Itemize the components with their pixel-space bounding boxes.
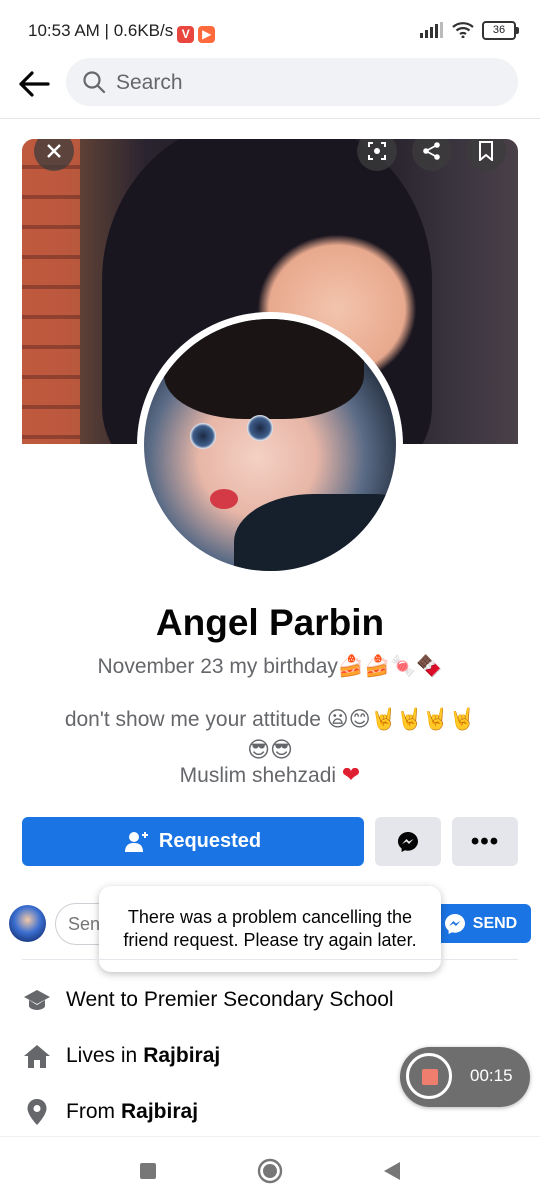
detail-education-text: Went to Premier Secondary School: [66, 988, 394, 1011]
send-button[interactable]: SEND: [430, 904, 531, 943]
signal-icon: [420, 22, 443, 38]
bio-line: November 23 my birthday🍰🍰🍬🍫: [97, 655, 443, 678]
detail-from-prefix: From: [66, 1100, 115, 1123]
arrow-left-icon: [19, 71, 50, 97]
detail-from[interactable]: From Rajbiraj: [22, 1092, 198, 1132]
wifi-icon: [452, 22, 474, 38]
system-nav-bar: [0, 1136, 540, 1201]
more-options-button[interactable]: •••: [452, 817, 518, 866]
top-bar: [0, 58, 540, 120]
avatar-eye: [190, 423, 216, 449]
heart-emoji: ❤: [341, 762, 361, 787]
share-icon: [423, 142, 440, 160]
profile-name: Angel Parbin: [155, 602, 385, 643]
profile-picture[interactable]: [137, 312, 403, 578]
bio-line: don't show me your attitude 😦😊🤘🤘🤘🤘: [64, 708, 476, 731]
divider: [0, 118, 540, 119]
status-bar: 10:53 AM | 0.6KB/s V ▶ 36: [0, 0, 540, 60]
bio-line: Muslim shehzadi ❤: [179, 762, 361, 787]
detail-from-place[interactable]: Rajbiraj: [121, 1100, 198, 1124]
messenger-icon: [398, 831, 418, 852]
circle-icon: [257, 1158, 283, 1184]
battery-icon: 36: [482, 20, 519, 40]
search-input[interactable]: [114, 58, 498, 108]
requested-label: Requested: [158, 830, 262, 852]
status-icons: 36: [420, 18, 519, 42]
video-app-icon: ▶: [198, 26, 216, 43]
avatar-mouth: [210, 489, 238, 509]
divider: [22, 959, 518, 960]
send-label: SEND: [472, 914, 518, 932]
cover-save-button[interactable]: [466, 139, 506, 171]
person-add-icon: [124, 831, 148, 852]
avatar-image: [144, 319, 396, 571]
square-icon: [140, 1163, 156, 1179]
triangle-back-icon: [384, 1162, 400, 1180]
user-avatar: [9, 905, 46, 942]
avatar-hair: [164, 319, 364, 419]
recorder-time: 00:15: [470, 1066, 513, 1085]
status-time: 10:53 AM | 0.6KB/s V ▶: [28, 21, 216, 43]
search-icon: [83, 71, 106, 94]
detail-lives-in[interactable]: Lives in Rajbiraj: [22, 1036, 220, 1076]
messenger-icon: [444, 913, 465, 934]
avatar-coat: [234, 494, 396, 571]
toast-message: There was a problem cancelling the frien…: [123, 907, 417, 950]
stop-record-icon[interactable]: [422, 1069, 438, 1085]
vivaldi-icon: V: [177, 26, 195, 43]
avatar-eye: [247, 415, 273, 441]
back-nav-button[interactable]: [378, 1157, 406, 1185]
message-button[interactable]: [375, 817, 441, 866]
requested-button[interactable]: Requested: [22, 817, 364, 866]
home-icon: [22, 1041, 52, 1071]
home-button[interactable]: [256, 1157, 284, 1185]
bookmark-icon: [479, 141, 493, 161]
graduation-cap-icon: [22, 985, 52, 1015]
search-bar[interactable]: [66, 58, 518, 108]
cover-share-button[interactable]: [412, 139, 452, 171]
screen-recorder-widget[interactable]: 00:15: [400, 1047, 530, 1107]
detail-lives-prefix: Lives in: [66, 1044, 138, 1067]
bio-line: 😎😎: [247, 737, 293, 762]
detail-lives-place[interactable]: Rajbiraj: [143, 1044, 220, 1068]
recents-button[interactable]: [134, 1157, 162, 1185]
scan-icon: [368, 142, 386, 160]
close-icon: [47, 144, 61, 158]
cover-brick-wall: [22, 139, 80, 444]
detail-education[interactable]: Went to Premier Secondary School: [22, 980, 394, 1020]
back-button[interactable]: [14, 64, 54, 104]
cover-scan-button[interactable]: [357, 139, 397, 171]
location-pin-icon: [22, 1097, 52, 1127]
